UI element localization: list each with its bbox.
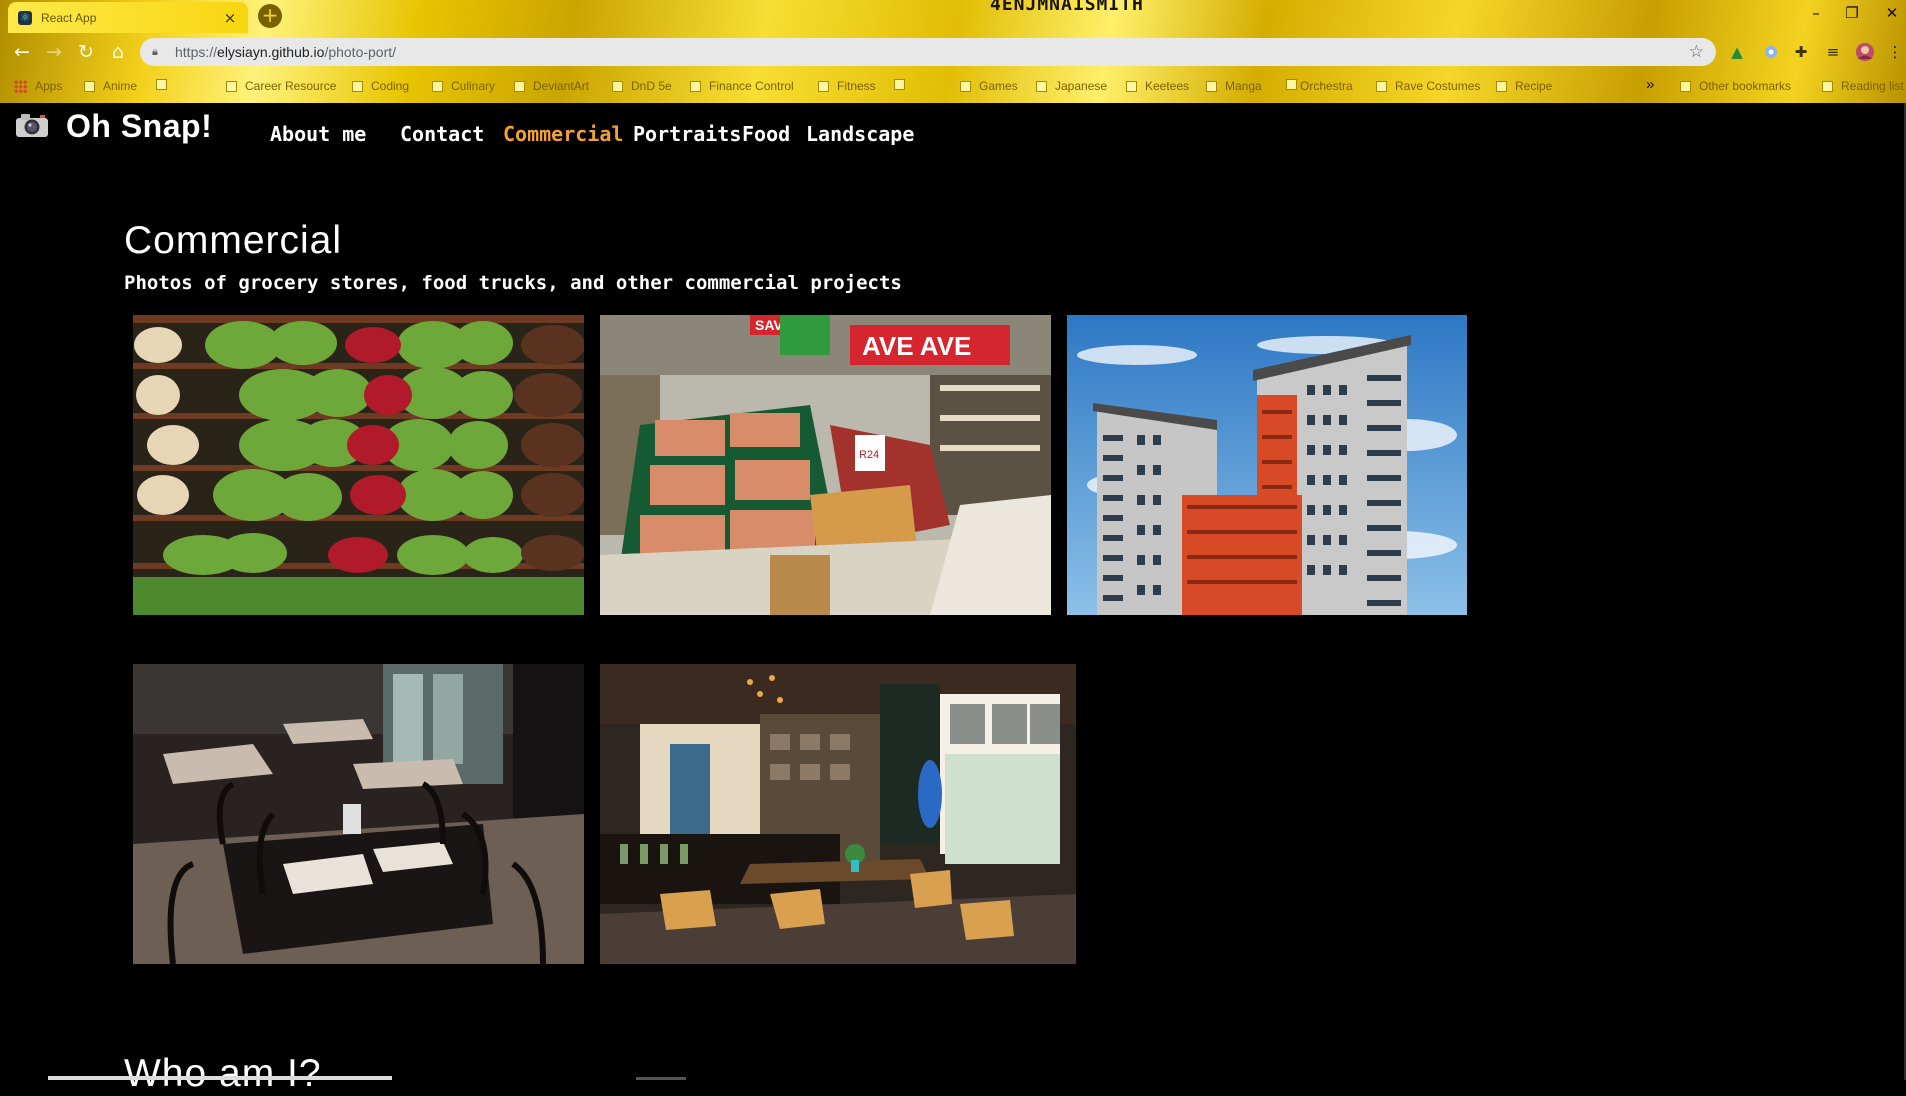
folder-icon <box>432 80 443 92</box>
bookmark-rave-costumes[interactable]: Rave Costumes <box>1376 79 1480 93</box>
photo-grocery-aisle[interactable]: AVE AVE SAVE R24 <box>600 315 1051 615</box>
svg-text:AVE AVE: AVE AVE <box>862 331 971 361</box>
kebab-menu-icon[interactable]: ⋮ <box>1884 41 1906 63</box>
tab-close-icon[interactable]: × <box>222 9 238 27</box>
back-button[interactable]: ← <box>10 41 34 63</box>
theme-decoration-text: 4ENJMNA1SMITH <box>990 0 1144 15</box>
folder-icon <box>1036 80 1047 92</box>
bookmark-orchestra[interactable]: Orchestra <box>1300 79 1353 93</box>
restore-button[interactable]: ❐ <box>1840 4 1864 22</box>
bookmark-deviantart[interactable]: DeviantArt <box>514 79 589 93</box>
folder-icon <box>1376 80 1387 92</box>
bookmark-anime[interactable]: Anime <box>84 79 137 93</box>
address-bar[interactable]: 🔒︎ https://elysiayn.github.io/photo-port… <box>140 38 1716 66</box>
folder-icon <box>226 80 237 92</box>
folder-icon <box>352 80 363 92</box>
browser-chrome: ⚛ React App × + 4ENJMNA1SMITH – ❐ ✕ ← → … <box>0 0 1906 103</box>
url-text[interactable]: https://elysiayn.github.io/photo-port/ <box>175 44 1689 60</box>
new-tab-button[interactable]: + <box>258 4 282 28</box>
bookmark-recipe[interactable]: Recipe <box>1496 79 1552 93</box>
reload-button[interactable]: ↻ <box>74 41 98 63</box>
bookmark-coding[interactable]: Coding <box>352 79 409 93</box>
reading-list[interactable]: Reading list <box>1822 79 1904 93</box>
cafe-image <box>600 664 1076 964</box>
folder-icon <box>894 79 905 90</box>
horizontal-scrollbar-thumb[interactable] <box>48 1076 392 1080</box>
apps-grid-icon <box>14 79 27 93</box>
section-title: Commercial <box>124 219 343 262</box>
puzzle-extension-icon[interactable]: ✚ <box>1790 41 1812 63</box>
minimize-button[interactable]: – <box>1804 4 1828 22</box>
nav-food[interactable]: Food <box>742 122 790 146</box>
tab-title: React App <box>41 10 97 25</box>
folder-icon <box>818 80 829 92</box>
fruit-aisle-image: AVE AVE SAVE R24 <box>600 315 1051 615</box>
nav-about-me[interactable]: About me <box>270 122 366 146</box>
bookmark-games[interactable]: Games <box>960 79 1018 93</box>
bookmark-apps[interactable]: Apps <box>14 79 62 93</box>
bookmark-japanese[interactable]: Japanese <box>1036 79 1107 93</box>
folder-icon <box>156 79 167 90</box>
produce-shelves-image <box>133 315 584 615</box>
photo-restaurant[interactable] <box>133 664 584 964</box>
folder-icon <box>1680 80 1691 92</box>
bookmark-fitness[interactable]: Fitness <box>818 79 876 93</box>
close-window-button[interactable]: ✕ <box>1880 4 1904 22</box>
section-description: Photos of grocery stores, food trucks, a… <box>124 272 902 294</box>
bookmark-culinary[interactable]: Culinary <box>432 79 495 93</box>
bookmarks-bar: Apps Anime Career Resource Coding Culina… <box>0 71 1906 103</box>
next-section-title: Who am I? <box>124 1052 322 1095</box>
react-favicon-icon: ⚛ <box>18 10 32 25</box>
svg-text:R24: R24 <box>859 449 879 461</box>
media-icon[interactable]: ≡ <box>1822 41 1844 63</box>
bookmark-career-resource[interactable]: Career Resource <box>226 79 336 93</box>
circle-extension-icon[interactable] <box>1760 41 1782 63</box>
photo-apartment-building[interactable] <box>1067 315 1467 615</box>
camera-icon <box>15 112 49 138</box>
folder-icon <box>1126 80 1137 92</box>
nav-commercial[interactable]: Commercial <box>503 122 623 146</box>
bookmark-dnd-5e[interactable]: DnD 5e <box>612 79 672 93</box>
lock-icon[interactable]: 🔒︎ <box>152 45 165 59</box>
tab-strip: ⚛ React App × + 4ENJMNA1SMITH – ❐ ✕ <box>0 0 1906 33</box>
photo-grocery-produce[interactable] <box>133 315 584 615</box>
folder-icon <box>1206 80 1217 92</box>
bookmark-star-icon[interactable]: ☆ <box>1689 42 1704 62</box>
browser-toolbar: ← → ↻ ⌂ 🔒︎ https://elysiayn.github.io/ph… <box>0 33 1906 71</box>
reading-list-icon <box>1822 80 1833 92</box>
folder-icon <box>960 80 971 92</box>
folder-icon <box>612 80 623 92</box>
bookmark-folder[interactable] <box>156 79 175 90</box>
nav-landscape[interactable]: Landscape <box>806 122 914 146</box>
browser-tab[interactable]: ⚛ React App × <box>8 2 248 33</box>
drive-icon[interactable]: ▲ <box>1726 41 1748 63</box>
folder-icon <box>690 80 701 92</box>
bookmark-keetees[interactable]: Keetees <box>1126 79 1189 93</box>
bookmarks-overflow-button[interactable]: » <box>1646 76 1654 93</box>
profile-avatar-icon[interactable] <box>1854 41 1876 63</box>
bookmark-folder[interactable] <box>894 79 913 90</box>
bookmark-finance-control[interactable]: Finance Control <box>690 79 794 93</box>
home-button[interactable]: ⌂ <box>106 41 130 63</box>
bookmark-manga[interactable]: Manga <box>1206 79 1262 93</box>
folder-icon <box>1286 79 1297 90</box>
restaurant-image <box>133 664 584 964</box>
forward-button[interactable]: → <box>42 41 66 63</box>
folder-icon <box>1496 80 1507 92</box>
nav-portraits[interactable]: Portraits <box>633 122 741 146</box>
apartment-building-image <box>1067 315 1467 615</box>
photo-cafe[interactable] <box>600 664 1076 964</box>
other-bookmarks[interactable]: Other bookmarks <box>1680 79 1791 93</box>
nav-contact[interactable]: Contact <box>400 122 484 146</box>
folder-icon <box>514 80 525 92</box>
site-title[interactable]: Oh Snap! <box>66 108 212 145</box>
folder-icon <box>84 80 95 92</box>
